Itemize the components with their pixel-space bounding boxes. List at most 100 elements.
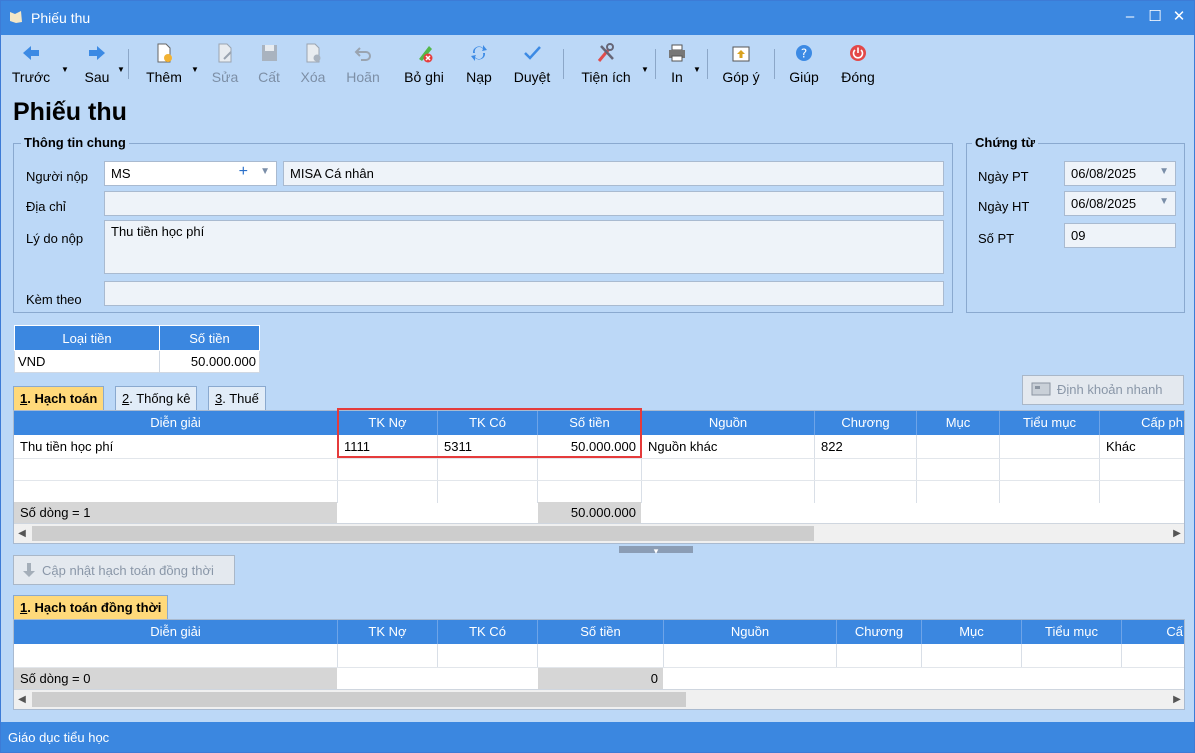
chevron-down-icon[interactable]: ▼ <box>693 65 701 74</box>
delete-button[interactable]: Xóa <box>297 39 329 91</box>
calculator-icon <box>1031 382 1051 396</box>
scroll-thumb[interactable] <box>32 692 686 707</box>
horizontal-scrollbar[interactable]: ◀ ▶ <box>14 523 1184 543</box>
scroll-right-icon[interactable]: ▶ <box>1169 691 1184 708</box>
col-description[interactable]: Diễn giải <box>14 620 338 644</box>
col-item[interactable]: Mục <box>917 411 1000 435</box>
currency-table: Loại tiền Số tiền VND 50.000.000 <box>14 325 260 373</box>
toolbar-separator <box>563 49 564 79</box>
number-field[interactable]: 09 <box>1064 223 1176 248</box>
plus-icon[interactable]: + <box>239 163 248 181</box>
page-title: Phiếu thu <box>13 98 127 126</box>
reload-button[interactable]: Nạp <box>461 39 497 91</box>
date-ht-field[interactable]: 06/08/2025 ▼ <box>1064 191 1176 216</box>
reason-field[interactable]: Thu tiền học phí <box>104 220 944 274</box>
tab-statistics[interactable]: 2. Thống kê <box>115 386 198 410</box>
chevron-down-icon[interactable]: ▼ <box>1159 166 1169 177</box>
update-simultaneous-button[interactable]: Cập nhật hạch toán đồng thời <box>13 555 235 585</box>
date-pt-label: Ngày PT <box>978 169 1029 184</box>
refresh-icon <box>471 45 487 61</box>
col-subitem[interactable]: Tiểu mục <box>1022 620 1122 644</box>
scroll-left-icon[interactable]: ◀ <box>14 691 30 708</box>
upload-box-icon <box>732 46 750 62</box>
row-chapter[interactable]: 822 <box>817 436 847 458</box>
undo-icon <box>354 47 371 61</box>
toolbar-separator <box>774 49 775 79</box>
arrow-right-icon <box>89 46 105 60</box>
add-button[interactable]: Thêm ▼ <box>141 39 199 91</box>
row-level[interactable]: Khác <box>1102 436 1140 458</box>
address-field[interactable] <box>104 191 944 216</box>
payer-code-field[interactable]: MS + ▼ <box>104 161 277 186</box>
help-icon: ? <box>796 45 812 61</box>
summary-amount: 50.000.000 <box>570 505 636 520</box>
col-subitem[interactable]: Tiểu mục <box>1000 411 1100 435</box>
chevron-down-icon[interactable]: ▼ <box>61 65 69 74</box>
col-level[interactable]: Cấ <box>1122 620 1184 644</box>
scroll-right-icon[interactable]: ▶ <box>1169 525 1184 542</box>
highlight-box <box>337 408 642 458</box>
chevron-down-icon[interactable]: ▼ <box>1159 196 1169 207</box>
toolbar-separator <box>655 49 656 79</box>
svg-text:?: ? <box>801 47 807 61</box>
close-button[interactable]: Đóng <box>835 39 881 91</box>
col-credit[interactable]: TK Có <box>438 620 538 644</box>
minimize-button[interactable]: – <box>1119 7 1141 27</box>
help-button[interactable]: ? Giúp <box>785 39 823 91</box>
undo-button[interactable]: Hoãn <box>343 39 383 91</box>
status-text: Giáo dục tiểu học <box>8 730 110 745</box>
scroll-thumb[interactable] <box>32 526 814 541</box>
maximize-button[interactable]: ☐ <box>1144 7 1166 27</box>
toolbar-separator <box>707 49 708 79</box>
approve-button[interactable]: Duyệt <box>509 39 555 91</box>
number-label: Số PT <box>978 231 1015 246</box>
tab-accounting[interactable]: 1. Hạch toán <box>13 386 105 410</box>
status-bar: Giáo dục tiểu học <box>1 722 1194 752</box>
col-amount[interactable]: Số tiền <box>538 620 664 644</box>
arrow-left-icon <box>23 46 39 60</box>
next-button[interactable]: Sau ▼ <box>77 39 125 91</box>
feedback-button[interactable]: Góp ý <box>719 39 763 91</box>
summary-count: Số dòng = 0 <box>20 671 91 686</box>
attach-field[interactable] <box>104 281 944 306</box>
col-level[interactable]: Cấp ph <box>1100 411 1184 435</box>
col-source[interactable]: Nguồn <box>642 411 815 435</box>
utilities-button[interactable]: Tiện ích ▼ <box>577 39 649 91</box>
checkmark-icon <box>524 46 541 60</box>
save-button[interactable]: Cất <box>253 39 285 91</box>
row-description[interactable]: Thu tiền học phí <box>16 436 117 458</box>
col-item[interactable]: Mục <box>922 620 1022 644</box>
col-description[interactable]: Diễn giải <box>14 411 338 435</box>
unpost-button[interactable]: Bỏ ghi <box>399 39 449 91</box>
horizontal-scrollbar[interactable]: ◀ ▶ <box>14 689 1184 709</box>
simultaneous-grid: Diễn giải TK Nợ TK Có Số tiền Nguồn Chươ… <box>13 619 1185 710</box>
chevron-down-icon[interactable]: ▼ <box>260 166 270 177</box>
chevron-down-icon[interactable]: ▼ <box>641 65 649 74</box>
print-button[interactable]: In ▼ <box>663 39 701 91</box>
col-source[interactable]: Nguồn <box>664 620 837 644</box>
reason-label: Lý do nộp <box>26 231 84 246</box>
currency-type-cell[interactable]: VND <box>14 350 160 373</box>
currency-amount-cell[interactable]: 50.000.000 <box>159 350 260 373</box>
close-window-button[interactable]: ✕ <box>1168 7 1190 27</box>
back-button[interactable]: Trước ▼ <box>9 39 69 91</box>
tab-simultaneous[interactable]: 1. Hạch toán đồng thời <box>13 595 169 619</box>
splitter-handle[interactable]: ▾ <box>619 546 693 556</box>
chevron-down-icon[interactable]: ▼ <box>117 65 125 74</box>
col-chapter[interactable]: Chương <box>837 620 922 644</box>
chevron-down-icon[interactable]: ▼ <box>191 65 199 74</box>
col-debit[interactable]: TK Nợ <box>338 620 438 644</box>
toolbar: Trước ▼ Sau ▼ Thêm ▼ Sửa Cất Xóa Hoãn Bỏ… <box>1 35 1194 93</box>
edit-button[interactable]: Sửa <box>209 39 241 91</box>
row-source[interactable]: Nguồn khác <box>644 436 721 458</box>
app-icon <box>10 11 22 23</box>
date-pt-field[interactable]: 06/08/2025 ▼ <box>1064 161 1176 186</box>
general-info-legend: Thông tin chung <box>21 135 129 150</box>
tab-tax[interactable]: 3. Thuế <box>208 386 266 410</box>
address-label: Địa chỉ <box>26 199 66 214</box>
col-chapter[interactable]: Chương <box>815 411 917 435</box>
summary-count: Số dòng = 1 <box>20 505 91 520</box>
payer-name-field[interactable]: MISA Cá nhân <box>283 161 944 186</box>
scroll-left-icon[interactable]: ◀ <box>14 525 30 542</box>
quick-entry-button[interactable]: Định khoản nhanh <box>1022 375 1184 405</box>
